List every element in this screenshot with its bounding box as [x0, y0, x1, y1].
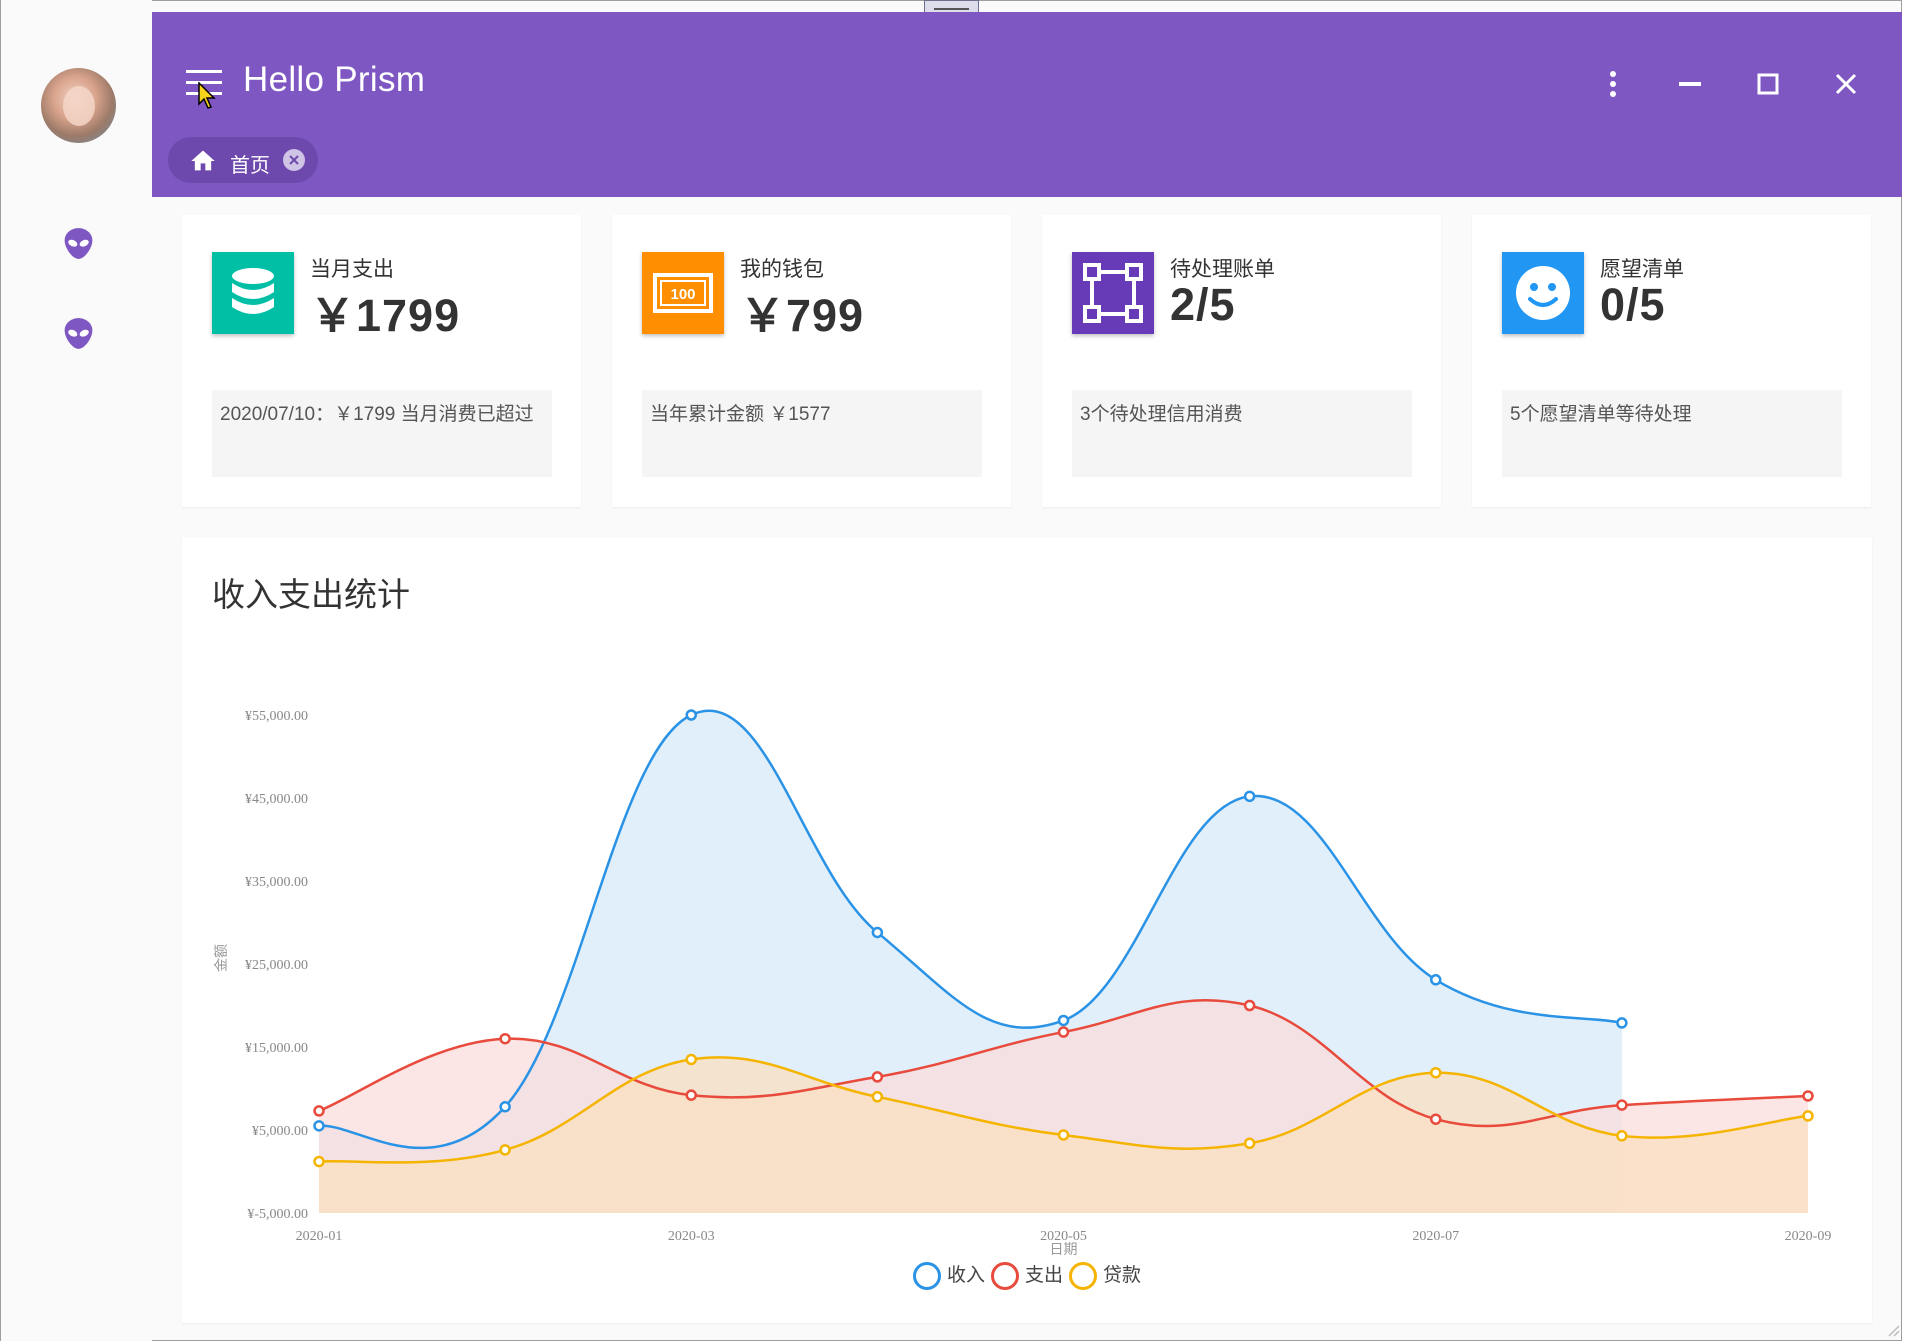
legend-label: 收入 [946, 1265, 985, 1286]
stat-card-wallet: 100 我的钱包 ￥799 当年累计金额 ￥1577 [612, 215, 1011, 507]
data-point [1243, 790, 1256, 803]
y-tick-label: ¥55,000.00 [245, 709, 308, 724]
avatar[interactable] [41, 68, 116, 143]
y-tick-label: ¥5,000.00 [252, 1124, 308, 1139]
stat-card-monthly-expense: 当月支出 ￥1799 2020/07/10：￥1799 当月消费已超过 [182, 215, 581, 507]
data-point [1243, 999, 1256, 1012]
alien-icon[interactable] [60, 315, 97, 352]
y-tick-label: ¥-5,000.00 [247, 1207, 308, 1222]
card-description: 3个待处理信用消费 [1072, 390, 1412, 477]
app-title: Hello Prism [243, 60, 426, 99]
data-point [1616, 1017, 1628, 1029]
left-nav [1, 0, 152, 1341]
data-point [871, 1071, 884, 1083]
data-point [1802, 1110, 1814, 1122]
x-tick-label: 2020-09 [1785, 1229, 1832, 1244]
data-point [685, 709, 697, 721]
close-icon[interactable] [1826, 64, 1866, 104]
maximize-icon[interactable] [1748, 64, 1788, 104]
data-point [871, 1091, 884, 1103]
x-tick-label: 2020-03 [668, 1229, 715, 1244]
banknote-icon: 100 [642, 252, 724, 334]
smiley-icon [1502, 252, 1584, 334]
card-value: ￥1799 [310, 290, 461, 341]
database-icon [212, 252, 294, 334]
data-point [1057, 1026, 1070, 1038]
x-axis-label: 日期 [1050, 1241, 1078, 1257]
alien-icon[interactable] [60, 225, 97, 262]
tab-close-icon[interactable] [283, 149, 305, 171]
stat-card-pending-bills: 待处理账单 2/5 3个待处理信用消费 [1042, 215, 1441, 507]
legend-item[interactable]: 支出 [990, 1260, 1063, 1290]
data-point [1802, 1090, 1814, 1102]
legend-ring-icon [1069, 1261, 1097, 1290]
x-tick-label: 2020-07 [1412, 1229, 1459, 1244]
legend-item[interactable]: 收入 [912, 1260, 985, 1290]
data-point [499, 1101, 511, 1113]
data-point [1430, 974, 1442, 986]
legend-label: 贷款 [1103, 1265, 1142, 1286]
resize-grip-icon[interactable] [1884, 1321, 1900, 1337]
data-point [1430, 1066, 1442, 1079]
data-point [499, 1032, 511, 1045]
data-point [313, 1120, 325, 1132]
data-point [685, 1053, 697, 1066]
data-point [685, 1089, 697, 1101]
data-point [1057, 1129, 1070, 1141]
legend-label: 支出 [1024, 1265, 1063, 1286]
tab-home[interactable]: 首页 [168, 137, 318, 183]
app-header: Hello Prism 首页 [152, 12, 1902, 197]
more-vert-icon[interactable] [1593, 64, 1633, 104]
legend-ring-icon [990, 1261, 1019, 1290]
card-description: 5个愿望清单等待处理 [1502, 390, 1842, 477]
mouse-cursor-icon [198, 82, 216, 109]
data-point [313, 1105, 325, 1117]
tab-home-label: 首页 [230, 155, 270, 177]
y-tick-label: ¥25,000.00 [245, 958, 308, 973]
data-point [499, 1144, 511, 1156]
svg-text:100: 100 [670, 286, 695, 303]
card-description: 当年累计金额 ￥1577 [642, 390, 982, 477]
stat-card-wishlist: 愿望清单 0/5 5个愿望清单等待处理 [1472, 215, 1871, 507]
x-tick-label: 2020-01 [296, 1229, 343, 1244]
y-tick-label: ¥15,000.00 [245, 1041, 308, 1056]
data-point [1616, 1099, 1628, 1111]
card-value: ￥799 [740, 290, 865, 341]
legend-item[interactable]: 贷款 [1069, 1260, 1141, 1290]
card-description: 2020/07/10：￥1799 当月消费已超过 [212, 390, 552, 477]
chart-legend: 收入 支出 贷款 [182, 1260, 1872, 1294]
data-point [1616, 1130, 1628, 1142]
data-point [871, 926, 884, 939]
data-point [1243, 1137, 1256, 1150]
card-value: 2/5 [1170, 279, 1236, 330]
chart: ¥-5,000.00 ¥5,000.00 ¥15,000.00 ¥25,000.00 ¥… [213, 709, 1832, 1257]
data-point [1430, 1113, 1442, 1125]
y-tick-label: ¥35,000.00 [245, 875, 308, 890]
legend-ring-icon [912, 1261, 941, 1290]
card-value: 0/5 [1600, 279, 1666, 330]
y-axis-label: 金额 [213, 944, 229, 972]
data-point [1057, 1014, 1070, 1027]
minimize-icon[interactable] [1670, 64, 1710, 104]
income-expense-chart-card: 收入支出统计 ¥-5,000.00 ¥5,000.00 ¥15,000.00 ¥25,… [182, 538, 1872, 1323]
data-point [313, 1155, 325, 1168]
vector-square-icon [1072, 252, 1154, 334]
home-icon [191, 150, 215, 171]
app-window: Hello Prism 首页 当月支出 ￥1799 2020/07/10：￥17… [0, 0, 1910, 1341]
y-tick-label: ¥45,000.00 [245, 792, 308, 807]
